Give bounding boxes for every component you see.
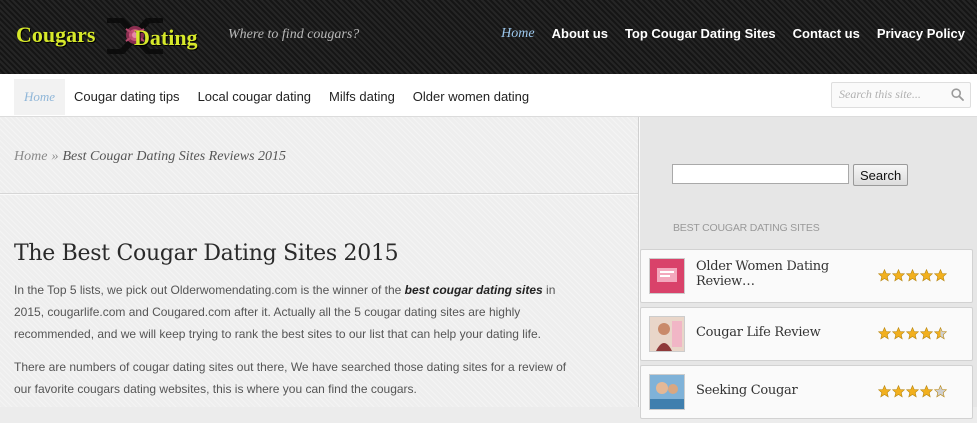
subnav-older-women-dating[interactable]: Older women dating [404, 79, 538, 115]
star-full-icon [920, 269, 933, 282]
site-item-older-women-dating[interactable]: Older Women Dating Review… [640, 249, 973, 303]
star-full-icon [920, 327, 933, 340]
main-content: Home » Best Cougar Dating Sites Reviews 20… [0, 117, 638, 407]
star-full-icon [920, 385, 933, 398]
second-paragraph: There are numbers of cougar dating sites… [14, 360, 567, 396]
star-full-icon [906, 269, 919, 282]
sidebar: Search BEST COUGAR DATING SITES Older Wo… [640, 117, 977, 419]
star-rating [878, 327, 947, 340]
site-name-link[interactable]: Seeking Cougar [696, 383, 866, 398]
site-thumbnail[interactable] [649, 258, 685, 294]
star-full-icon [892, 327, 905, 340]
intro-bold-phrase: best cougar dating sites [404, 283, 543, 297]
site-name-link[interactable]: Older Women Dating Review… [696, 259, 866, 289]
nav-privacy-policy[interactable]: Privacy Policy [877, 26, 965, 42]
sidebar-search-button[interactable]: Search [853, 164, 909, 186]
site-item-seeking-cougar[interactable]: Seeking Cougar [640, 365, 973, 419]
star-rating [878, 385, 947, 398]
star-full-icon [878, 269, 891, 282]
site-header: Cougars Dating Where to find cougars? Ho… [0, 0, 977, 74]
widget-title-best-sites: BEST COUGAR DATING SITES [673, 222, 820, 234]
subnav-local-cougar-dating[interactable]: Local cougar dating [189, 79, 320, 115]
breadcrumb-home[interactable]: Home [14, 149, 47, 164]
star-full-icon [878, 327, 891, 340]
star-full-icon [892, 269, 905, 282]
site-tagline: Where to find cougars? [228, 27, 360, 42]
site-item-cougar-life[interactable]: Cougar Life Review [640, 307, 973, 361]
star-rating [878, 269, 947, 282]
site-thumbnail[interactable] [649, 374, 685, 410]
search-icon[interactable] [951, 88, 964, 101]
star-full-icon [878, 385, 891, 398]
subnav-milfs-dating[interactable]: Milfs dating [320, 79, 404, 115]
star-full-icon [906, 327, 919, 340]
site-thumbnail[interactable] [649, 316, 685, 352]
sidebar-search-form: Search [672, 164, 909, 186]
breadcrumb: Home » Best Cougar Dating Sites Reviews 20… [14, 149, 286, 165]
star-full-icon [892, 385, 905, 398]
intro-paragraph: In the Top 5 lists, we pick out Olderwom… [14, 279, 579, 345]
sidebar-search-input[interactable] [672, 164, 849, 184]
star-half-icon [934, 327, 947, 340]
header-search-box [831, 82, 971, 108]
nav-about-us[interactable]: About us [552, 26, 608, 42]
star-full-icon [934, 269, 947, 282]
header-search-input[interactable] [832, 83, 947, 105]
main-nav: Home About us Top Cougar Dating Sites Co… [501, 26, 965, 42]
content-divider [0, 193, 638, 195]
best-sites-list: Older Women Dating Review… Cougar Life R… [640, 249, 973, 423]
nav-top-cougar-dating-sites[interactable]: Top Cougar Dating Sites [625, 26, 776, 42]
nav-contact-us[interactable]: Contact us [793, 26, 860, 42]
intro-text-start: In the Top 5 lists, we pick out Olderwom… [14, 283, 405, 297]
subnav-home[interactable]: Home [14, 79, 66, 115]
site-logo[interactable]: Cougars Dating [16, 14, 201, 58]
logo-word-cougars: Cougars [16, 22, 96, 47]
nav-home[interactable]: Home [501, 26, 534, 42]
breadcrumb-separator: » [51, 149, 59, 164]
star-full-icon [906, 385, 919, 398]
subnav-cougar-dating-tips[interactable]: Cougar dating tips [65, 79, 189, 115]
category-nav: Home Cougar dating tips Local cougar dat… [0, 74, 977, 117]
page-title: The Best Cougar Dating Sites 2015 [14, 241, 399, 266]
logo-word-dating: Dating [134, 25, 198, 50]
breadcrumb-current: Best Cougar Dating Sites Reviews 2015 [62, 149, 287, 164]
star-empty-icon [934, 385, 947, 398]
site-name-link[interactable]: Cougar Life Review [696, 325, 866, 340]
